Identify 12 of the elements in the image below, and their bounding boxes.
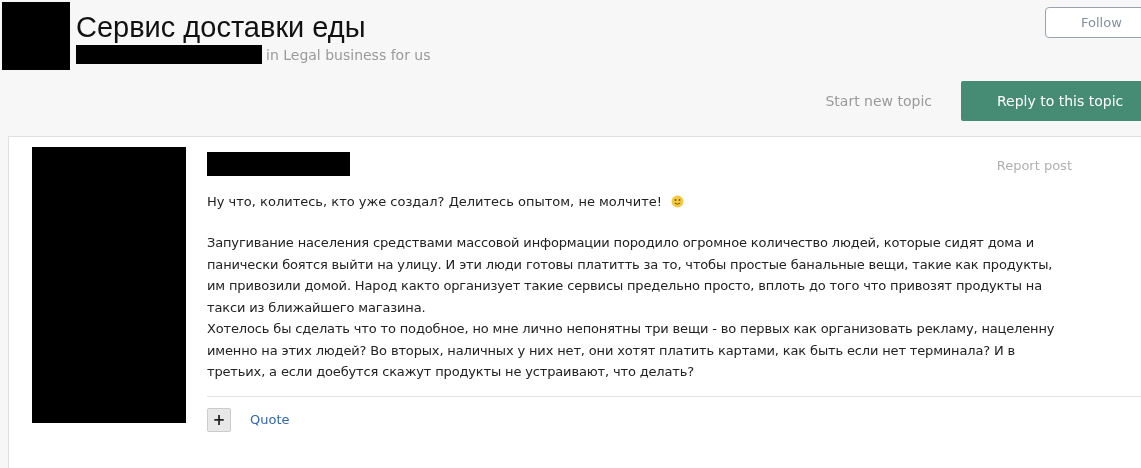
topic-title: Сервис доставки еды (76, 10, 366, 44)
forum-note: in Legal business for us (266, 46, 431, 63)
redaction-block (2, 2, 70, 70)
smiley-icon (671, 195, 684, 208)
reply-button[interactable]: Reply to this topic (961, 81, 1141, 121)
report-link[interactable]: Report post (996, 158, 1072, 176)
post-text: Запугивание населения средствами массовой информации породило огромное количество людей, которые сидят дома и панически боятся выйти на улицу. И эти люди готовы платитть за то, чтобы простые банальные вещи, такие как продукты, им привозили домой. Народ както организует такие сервисы предельно просто, вплоть до того что привозят продукты на такси из ближайшего магазина. Хотелось бы сделать что то подобное, но мне лично непонятны три вещи - во первых как организовать рекламу, нацеленну именно на этих людей? Во вторых, наличных у них нет, они хотят платить картами, как быть если нет терминала? И в третьих, а если доебутся скажут продукты не устраивают, что делать? (207, 234, 1056, 381)
post-text: Ну что, колитесь, кто уже создал? Делитесь опытом, не молчите! (207, 194, 662, 209)
quote-link[interactable]: Quote (250, 412, 290, 427)
start-topic-link[interactable]: Start new topic (825, 93, 932, 109)
follow-button[interactable]: Follow (1045, 7, 1141, 38)
plus-button[interactable]: + (207, 407, 231, 432)
